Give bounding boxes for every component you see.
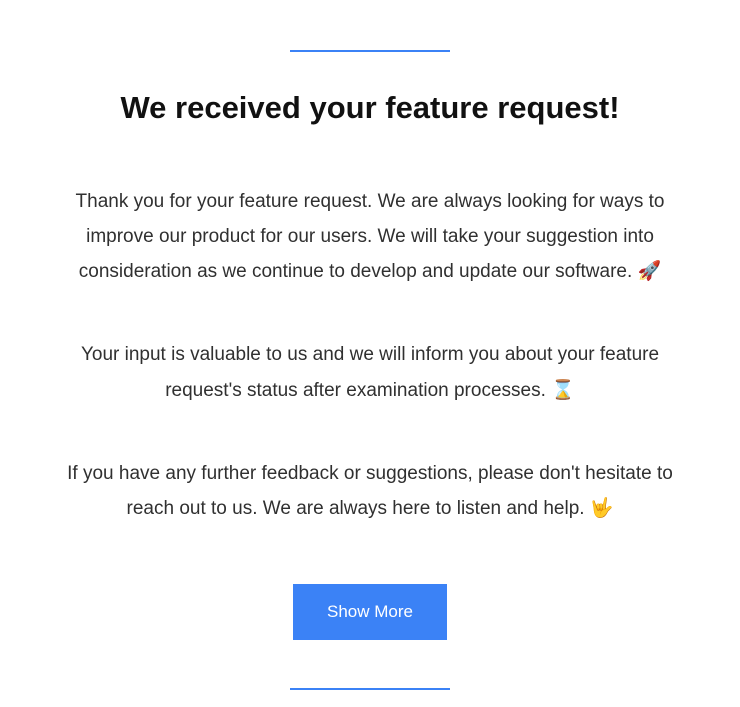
page-title: We received your feature request! bbox=[45, 90, 695, 126]
paragraph-1: Thank you for your feature request. We a… bbox=[45, 184, 695, 289]
content-wrapper: We received your feature request! Thank … bbox=[45, 50, 695, 690]
paragraph-3: If you have any further feedback or sugg… bbox=[45, 456, 695, 526]
button-container: Show More bbox=[45, 584, 695, 640]
divider-bottom bbox=[290, 688, 450, 690]
divider-top bbox=[290, 50, 450, 52]
paragraph-2: Your input is valuable to us and we will… bbox=[45, 337, 695, 407]
show-more-button[interactable]: Show More bbox=[293, 584, 447, 640]
